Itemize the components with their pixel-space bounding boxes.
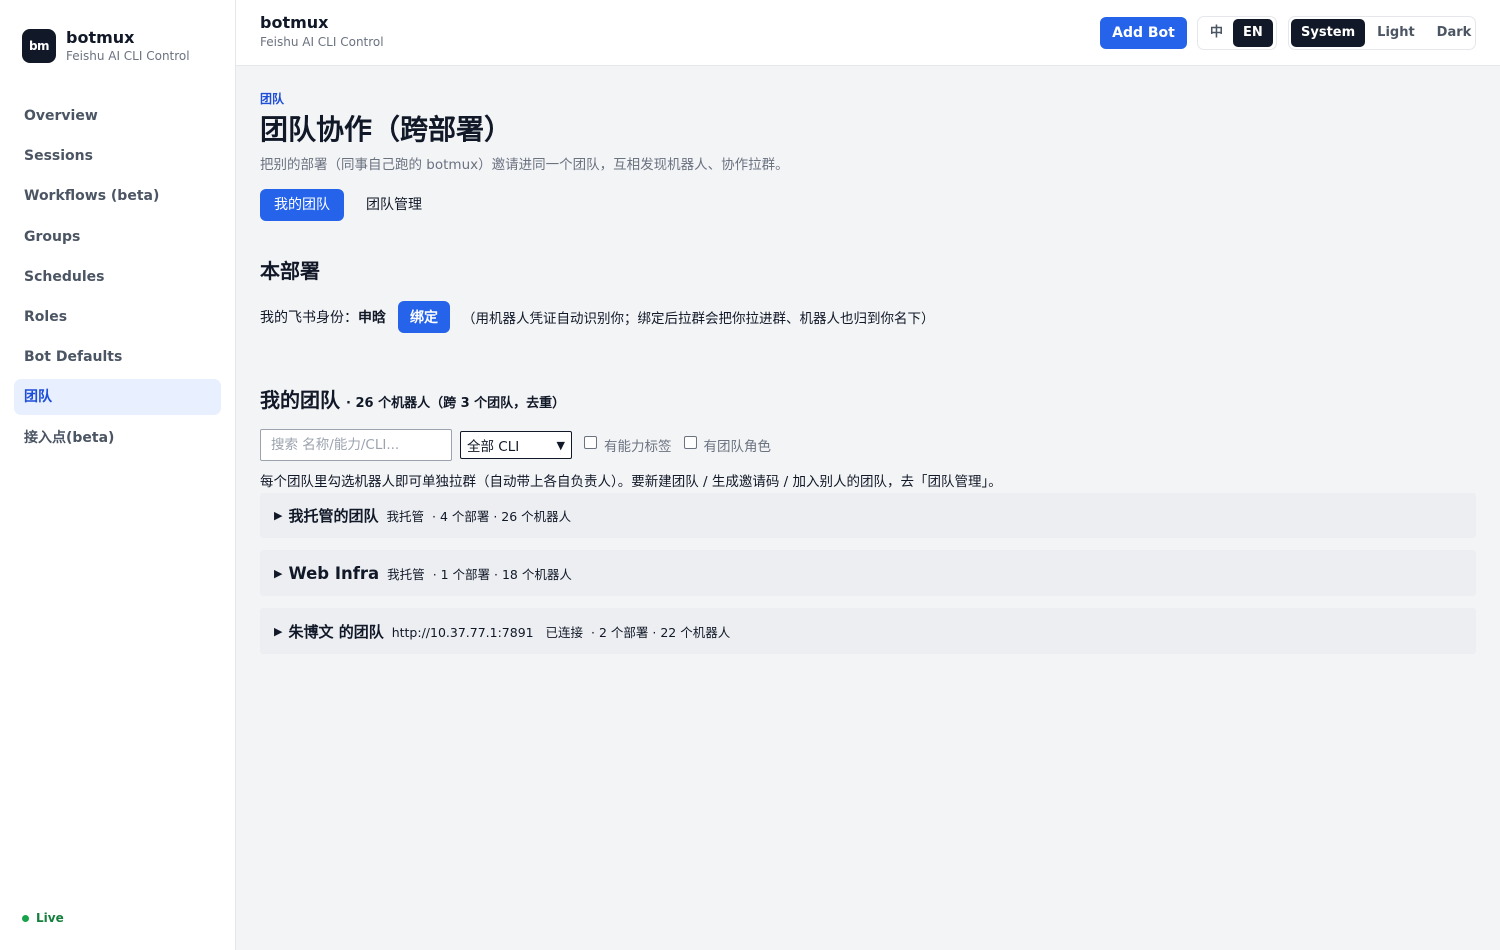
- theme-option-light[interactable]: Light: [1367, 19, 1425, 47]
- sidebar-item-groups[interactable]: Groups: [14, 219, 221, 255]
- tab-my-teams[interactable]: 我的团队: [260, 189, 344, 221]
- sidebar: bm botmux Feishu AI CLI Control Overview…: [0, 0, 236, 950]
- language-option-en[interactable]: EN: [1233, 19, 1273, 47]
- identity-hint: （用机器人凭证自动识别你；绑定后拉群会把你拉进群、机器人也归到你名下）: [462, 311, 935, 327]
- teams-count: · 26 个机器人（跨 3 个团队，去重）: [346, 396, 566, 411]
- theme-switch: System Light Dark: [1288, 16, 1476, 50]
- sidebar-item-workflows[interactable]: Workflows (beta): [14, 178, 221, 214]
- team-name: 朱博文 的团队: [288, 622, 384, 641]
- deployment-heading: 本部署: [260, 259, 320, 283]
- team-row[interactable]: ▶ 我托管的团队 我托管 · 4 个部署 · 26 个机器人: [260, 493, 1476, 538]
- sidebar-item-sessions[interactable]: Sessions: [14, 138, 221, 174]
- cli-filter-value: 全部 CLI: [467, 439, 520, 455]
- brand[interactable]: bm botmux Feishu AI CLI Control: [22, 28, 190, 64]
- header-title: botmux: [260, 13, 329, 32]
- sidebar-item-bot-defaults[interactable]: Bot Defaults: [14, 339, 221, 375]
- live-status: Live: [22, 911, 64, 925]
- team-stats: · 2 个部署 · 22 个机器人: [591, 624, 731, 640]
- identity-label: 我的飞书身份：: [260, 310, 358, 326]
- team-row[interactable]: ▶ Web Infra 我托管 · 1 个部署 · 18 个机器人: [260, 550, 1476, 596]
- team-meta: http://10.37.77.1:7891 已连接: [391, 624, 584, 640]
- filter-role-checkbox[interactable]: 有团队角色: [683, 435, 772, 455]
- live-status-label: Live: [36, 911, 64, 925]
- theme-option-dark[interactable]: Dark: [1427, 19, 1482, 47]
- filter-capability-checkbox[interactable]: 有能力标签: [584, 435, 672, 455]
- chevron-down-icon: ▼: [556, 438, 565, 452]
- add-bot-button[interactable]: Add Bot: [1100, 17, 1187, 49]
- page-title: 团队协作（跨部署）: [260, 113, 513, 146]
- sidebar-item-team[interactable]: 团队: [14, 379, 221, 416]
- identity-name: 申晗: [358, 310, 386, 326]
- identity-row: 我的飞书身份： 申晗 绑定 （用机器人凭证自动识别你；绑定后拉群会把你拉进群、机…: [260, 301, 935, 333]
- breadcrumb: 团队: [260, 92, 285, 106]
- team-row[interactable]: ▶ 朱博文 的团队 http://10.37.77.1:7891 已连接 · 2…: [260, 608, 1476, 654]
- sidebar-item-schedules[interactable]: Schedules: [14, 259, 221, 295]
- team-stats: · 4 个部署 · 26 个机器人: [432, 509, 572, 524]
- language-option-zh[interactable]: 中: [1200, 19, 1233, 47]
- sidebar-item-overview[interactable]: Overview: [14, 98, 221, 134]
- live-dot-icon: [22, 914, 29, 922]
- triangle-right-icon: ▶: [274, 509, 283, 522]
- teams-help-text: 每个团队里勾选机器人即可单独拉群（自动带上各自负责人）。要新建团队 / 生成邀请…: [260, 474, 1002, 490]
- header-subtitle: Feishu AI CLI Control: [260, 35, 384, 49]
- top-header: botmux Feishu AI CLI Control Add Bot 中 E…: [236, 0, 1500, 66]
- cli-filter-select[interactable]: 全部 CLI ▼: [460, 431, 572, 459]
- app-logo: bm: [22, 29, 56, 63]
- triangle-right-icon: ▶: [274, 566, 283, 580]
- team-stats: · 1 个部署 · 18 个机器人: [432, 566, 572, 582]
- teams-heading: 我的团队 · 26 个机器人（跨 3 个团队，去重）: [260, 384, 565, 413]
- brand-subtitle: Feishu AI CLI Control: [66, 49, 190, 63]
- main-content: 团队 团队协作（跨部署） 把别的部署（同事自己跑的 botmux）邀请进同一个团…: [236, 66, 1500, 950]
- team-filters: 全部 CLI ▼ 有能力标签 有团队角色: [260, 429, 771, 461]
- checkbox-icon[interactable]: [683, 435, 697, 449]
- sidebar-item-roles[interactable]: Roles: [14, 299, 221, 335]
- tab-team-management[interactable]: 团队管理: [366, 189, 422, 221]
- theme-option-system[interactable]: System: [1291, 19, 1366, 47]
- triangle-right-icon: ▶: [274, 624, 283, 638]
- sidebar-item-endpoints[interactable]: 接入点(beta): [14, 420, 221, 456]
- sidebar-nav: Overview Sessions Workflows (beta) Group…: [14, 98, 221, 460]
- filter-role-label: 有团队角色: [703, 439, 772, 455]
- page-description: 把别的部署（同事自己跑的 botmux）邀请进同一个团队，互相发现机器人、协作拉…: [260, 157, 789, 173]
- team-meta: 我托管: [386, 509, 424, 524]
- bind-button[interactable]: 绑定: [398, 301, 450, 333]
- filter-capability-label: 有能力标签: [604, 439, 672, 455]
- language-switch: 中 EN: [1197, 16, 1277, 50]
- search-input[interactable]: [260, 429, 452, 461]
- brand-text: botmux Feishu AI CLI Control: [66, 28, 190, 64]
- team-name: Web Infra: [288, 563, 380, 583]
- checkbox-icon[interactable]: [584, 435, 597, 449]
- team-name: 我托管的团队: [288, 507, 379, 525]
- team-meta: 我托管: [387, 566, 425, 582]
- teams-heading-text: 我的团队: [260, 388, 340, 412]
- brand-name: botmux: [66, 28, 135, 47]
